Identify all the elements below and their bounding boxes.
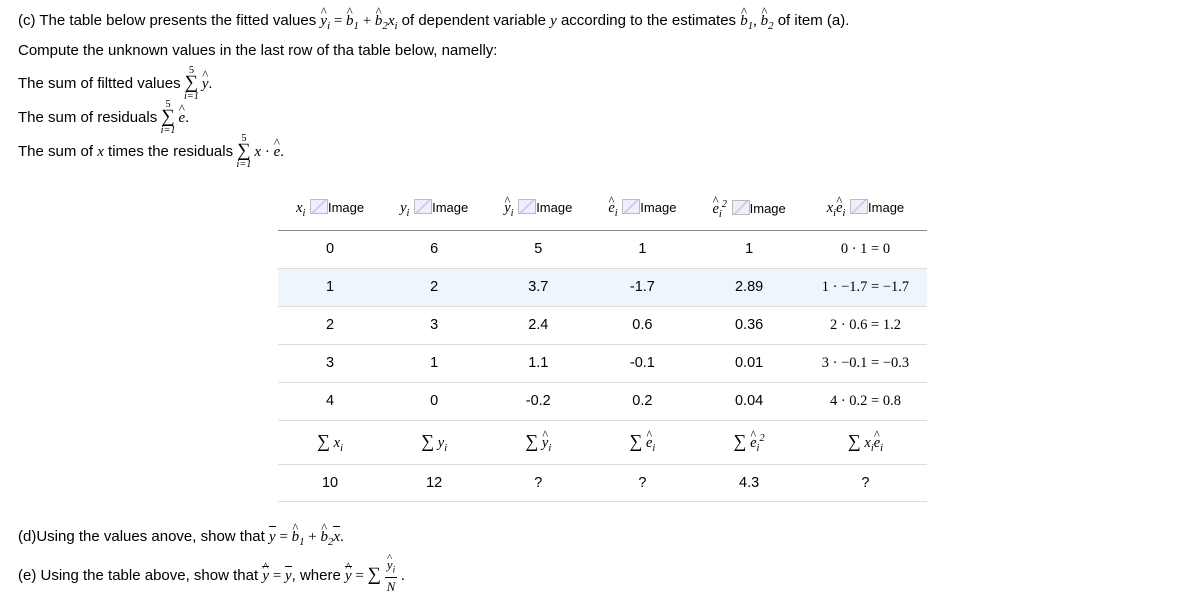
cell-ei2: 0.04 bbox=[694, 382, 803, 420]
sum-cell-yhat: ? bbox=[486, 464, 590, 501]
cell-xiei: 1 · −1.7 = −1.7 bbox=[804, 268, 927, 306]
table-row: 065110 · 1 = 0 bbox=[278, 230, 927, 268]
cell-ei: 0.6 bbox=[590, 306, 694, 344]
part-e-line: (e) Using the table above, show that y =… bbox=[18, 556, 1182, 597]
data-table: xi Image yi Image yi Image ei Image ei2 … bbox=[278, 189, 927, 502]
cell-yhat: 3.7 bbox=[486, 268, 590, 306]
cell-ei: -1.7 bbox=[590, 268, 694, 306]
sum-label-cell: ∑ ei bbox=[590, 420, 694, 464]
sumxres-prefix: The sum of bbox=[18, 143, 97, 160]
sum-cell-xiei: ? bbox=[804, 464, 927, 501]
cell-yi: 1 bbox=[382, 344, 486, 382]
sum-cell-yi: 12 bbox=[382, 464, 486, 501]
sum-cell-xi: 10 bbox=[278, 464, 382, 501]
col-ehat: ei Image bbox=[590, 189, 694, 230]
data-table-wrap: xi Image yi Image yi Image ei Image ei2 … bbox=[278, 189, 1182, 502]
cell-yi: 0 bbox=[382, 382, 486, 420]
cell-xi: 0 bbox=[278, 230, 382, 268]
image-icon bbox=[622, 199, 640, 214]
cell-yhat: 2.4 bbox=[486, 306, 590, 344]
sum-label-cell: ∑ yi bbox=[382, 420, 486, 464]
table-row: 232.40.60.362 · 0.6 = 1.2 bbox=[278, 306, 927, 344]
sum-label-cell: ∑ xiei bbox=[804, 420, 927, 464]
cell-yi: 3 bbox=[382, 306, 486, 344]
col-yi: yi Image bbox=[382, 189, 486, 230]
cell-xiei: 0 · 1 = 0 bbox=[804, 230, 927, 268]
cell-ei2: 0.36 bbox=[694, 306, 803, 344]
sum-fitted-line: The sum of filtted values ∑5i=1 y. bbox=[18, 69, 1182, 97]
sum-xresid-line: The sum of x times the residuals ∑5i=1 x… bbox=[18, 137, 1182, 165]
cell-yhat: -0.2 bbox=[486, 382, 590, 420]
cell-ei: -0.1 bbox=[590, 344, 694, 382]
d-prefix: (d)Using the values anove, show that bbox=[18, 528, 269, 545]
e-prefix: (e) Using the table above, show that bbox=[18, 567, 262, 584]
sum-resid-line: The sum of residuals ∑5i=1 e. bbox=[18, 103, 1182, 131]
sumfit-prefix: The sum of filtted values bbox=[18, 75, 185, 92]
cell-xiei: 2 · 0.6 = 1.2 bbox=[804, 306, 927, 344]
col-yhat: yi Image bbox=[486, 189, 590, 230]
cell-ei2: 2.89 bbox=[694, 268, 803, 306]
table-row: 123.7-1.72.891 · −1.7 = −1.7 bbox=[278, 268, 927, 306]
cell-yi: 6 bbox=[382, 230, 486, 268]
cell-yhat: 5 bbox=[486, 230, 590, 268]
cell-ei: 0.2 bbox=[590, 382, 694, 420]
c-mid2: according to the estimates bbox=[561, 12, 740, 29]
sum-label-row: ∑ xi∑ yi∑ yi∑ ei∑ ei2∑ xiei bbox=[278, 420, 927, 464]
image-icon bbox=[414, 199, 432, 214]
c-var-y: y bbox=[550, 13, 557, 29]
cell-xi: 4 bbox=[278, 382, 382, 420]
cell-ei: 1 bbox=[590, 230, 694, 268]
cell-yhat: 1.1 bbox=[486, 344, 590, 382]
part-c-line2: Compute the unknown values in the last r… bbox=[18, 40, 1182, 63]
sumxres-mid: times the residuals bbox=[108, 143, 237, 160]
e-mid: , where bbox=[292, 567, 345, 584]
table-row: 311.1-0.10.013 · −0.1 = −0.3 bbox=[278, 344, 927, 382]
col-xi: xi Image bbox=[278, 189, 382, 230]
table-row: 40-0.20.20.044 · 0.2 = 0.8 bbox=[278, 382, 927, 420]
sum-value-row: 1012??4.3? bbox=[278, 464, 927, 501]
col-ehat2: ei2 Image bbox=[694, 189, 803, 230]
cell-ei2: 0.01 bbox=[694, 344, 803, 382]
cell-xiei: 3 · −0.1 = −0.3 bbox=[804, 344, 927, 382]
cell-xiei: 4 · 0.2 = 0.8 bbox=[804, 382, 927, 420]
sum-label-cell: ∑ yi bbox=[486, 420, 590, 464]
sum-cell-ei2: 4.3 bbox=[694, 464, 803, 501]
image-icon bbox=[310, 199, 328, 214]
header-row: xi Image yi Image yi Image ei Image ei2 … bbox=[278, 189, 927, 230]
cell-yi: 2 bbox=[382, 268, 486, 306]
cell-xi: 2 bbox=[278, 306, 382, 344]
col-xiei: xiei Image bbox=[804, 189, 927, 230]
c-prefix: (c) The table below presents the fitted … bbox=[18, 12, 320, 29]
cell-ei2: 1 bbox=[694, 230, 803, 268]
image-icon bbox=[732, 200, 750, 215]
image-icon bbox=[850, 199, 868, 214]
sum-label-cell: ∑ xi bbox=[278, 420, 382, 464]
c-mid1: of dependent variable bbox=[402, 12, 550, 29]
cell-xi: 3 bbox=[278, 344, 382, 382]
sum-cell-ei: ? bbox=[590, 464, 694, 501]
part-d-line: (d)Using the values anove, show that y =… bbox=[18, 526, 1182, 550]
cell-xi: 1 bbox=[278, 268, 382, 306]
image-icon bbox=[518, 199, 536, 214]
sumres-prefix: The sum of residuals bbox=[18, 109, 161, 126]
sum-label-cell: ∑ ei2 bbox=[694, 420, 803, 464]
c-suffix: of item (a). bbox=[778, 12, 850, 29]
part-c-line1: (c) The table below presents the fitted … bbox=[18, 10, 1182, 34]
